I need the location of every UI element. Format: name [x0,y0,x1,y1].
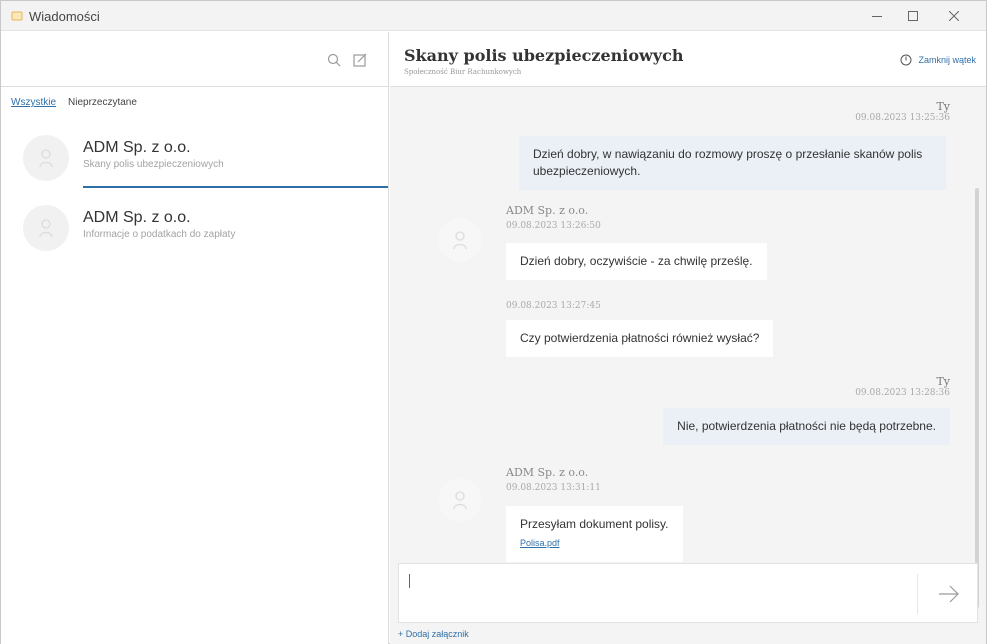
conversation-list-header [1,32,388,87]
message-time: 09.08.2023 13:26:50 [506,221,601,231]
message-bubble-outgoing: Nie, potwierdzenia płatności nie będą po… [663,408,950,445]
message-time: 09.08.2023 13:25:36 [855,113,950,123]
message-sender: Ty [936,100,950,113]
message-input[interactable] [399,564,915,622]
message-time: 09.08.2023 13:28:36 [855,388,950,398]
attachment-link[interactable]: Polisa.pdf [520,535,669,552]
minimize-icon [872,16,882,17]
avatar [23,135,69,181]
chat-header: Skany polis ubezpieczeniowych Społecznoś… [390,32,986,87]
message-meta: Ty 09.08.2023 13:28:36 [855,375,950,398]
text-caret [409,574,410,588]
maximize-icon [908,11,918,21]
close-window-button[interactable] [936,1,972,31]
message-text: Przesyłam dokument polisy. [520,517,669,531]
message-bubble-incoming: Dzień dobry, oczywiście - za chwilę prze… [506,243,767,280]
conversation-tools [326,52,368,68]
selected-indicator [83,186,388,188]
close-thread-label: Zamknij wątek [918,55,976,65]
send-arrow-icon [939,585,959,603]
message-composer[interactable] [398,563,978,623]
send-button[interactable] [929,578,969,610]
message-sender: ADM Sp. z o.o. [506,204,589,217]
search-button[interactable] [326,52,342,68]
title-bar: Wiadomości [1,1,986,31]
message-bubble-incoming: Czy potwierdzenia płatności również wysł… [506,320,774,357]
chat-pane: Skany polis ubezpieczeniowych Społecznoś… [390,32,986,644]
filter-unread-tab[interactable]: Nieprzeczytane [68,97,137,108]
compose-icon [353,53,367,67]
message-meta: Ty 09.08.2023 13:25:36 [855,100,950,123]
message-time: 09.08.2023 13:27:45 [506,301,601,311]
power-icon [900,54,912,66]
conversation-item[interactable]: ADM Sp. z o.o. Informacje o podatkach do… [1,197,388,263]
chat-subtitle: Społeczność Biur Rachunkowych [404,68,522,76]
user-icon [39,149,53,168]
message-time: 09.08.2023 13:31:11 [506,483,601,493]
avatar [438,218,482,262]
compose-button[interactable] [352,52,368,68]
conversation-name: ADM Sp. z o.o. [83,139,191,156]
user-icon [453,231,467,250]
composer-divider [917,574,918,614]
window-title: Wiadomości [29,9,100,24]
conversation-subject: Skany polis ubezpieczeniowych [83,159,224,170]
conversation-subject: Informacje o podatkach do zapłaty [83,229,236,240]
message-sender: ADM Sp. z o.o. [506,466,589,479]
conversation-filters: Wszystkie Nieprzeczytane [11,97,137,108]
chat-title: Skany polis ubezpieczeniowych [404,46,684,65]
minimize-button[interactable] [859,1,895,31]
conversation-list-pane: Wszystkie Nieprzeczytane ADM Sp. z o.o. … [1,32,389,644]
message-bubble-incoming: Przesyłam dokument polisy. Polisa.pdf [506,506,683,562]
app-icon [11,10,23,22]
close-thread-button[interactable]: Zamknij wątek [900,54,976,66]
avatar [23,205,69,251]
message-bubble-outgoing: Dzień dobry, w nawiązaniu do rozmowy pro… [519,136,946,190]
messages-window: Wiadomości Wszystkie Nieprzeczytane ADM … [0,0,987,644]
search-icon [327,53,341,67]
close-icon [949,11,959,21]
message-scrollbar[interactable] [975,188,979,608]
avatar [438,478,482,522]
conversation-item[interactable]: ADM Sp. z o.o. Skany polis ubezpieczenio… [1,127,388,193]
message-list: Ty 09.08.2023 13:25:36 Dzień dobry, w na… [390,88,986,608]
message-sender: Ty [936,375,950,388]
filter-all-tab[interactable]: Wszystkie [11,97,56,108]
add-attachment-link[interactable]: + Dodaj załącznik [398,629,469,639]
user-icon [453,491,467,510]
maximize-button[interactable] [895,1,931,31]
user-icon [39,219,53,238]
conversation-name: ADM Sp. z o.o. [83,209,191,226]
